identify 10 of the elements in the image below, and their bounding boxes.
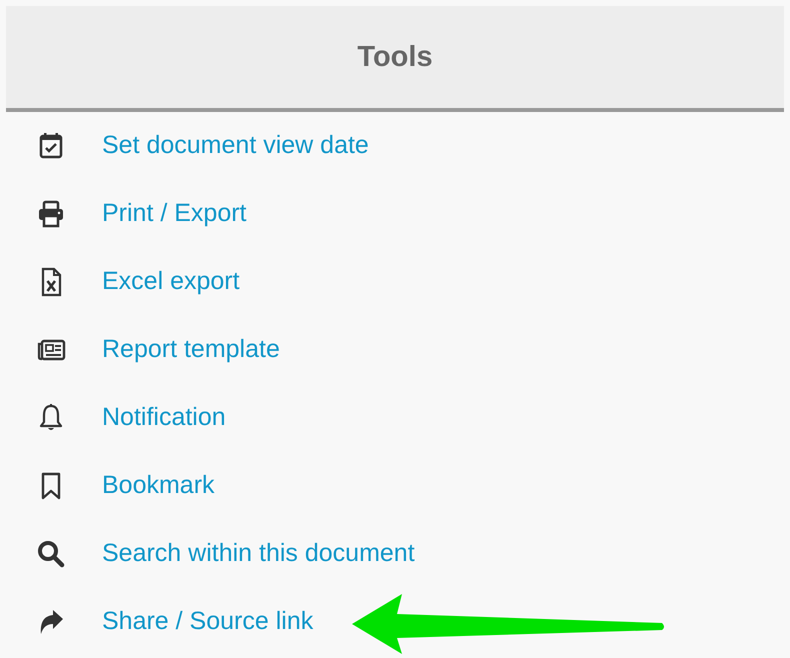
tool-link[interactable]: Share / Source link xyxy=(102,603,314,641)
tool-link[interactable]: Report template xyxy=(102,331,280,369)
tool-link[interactable]: Set document view date xyxy=(102,127,369,165)
tool-link[interactable]: Print / Export xyxy=(102,195,246,233)
tool-link[interactable]: Search within this document xyxy=(102,535,415,573)
tool-link[interactable]: Excel export xyxy=(102,263,240,301)
panel-title: Tools xyxy=(357,40,433,74)
search-icon xyxy=(35,538,67,570)
tool-link[interactable]: Notification xyxy=(102,399,226,437)
tool-link[interactable]: Bookmark xyxy=(102,467,215,505)
